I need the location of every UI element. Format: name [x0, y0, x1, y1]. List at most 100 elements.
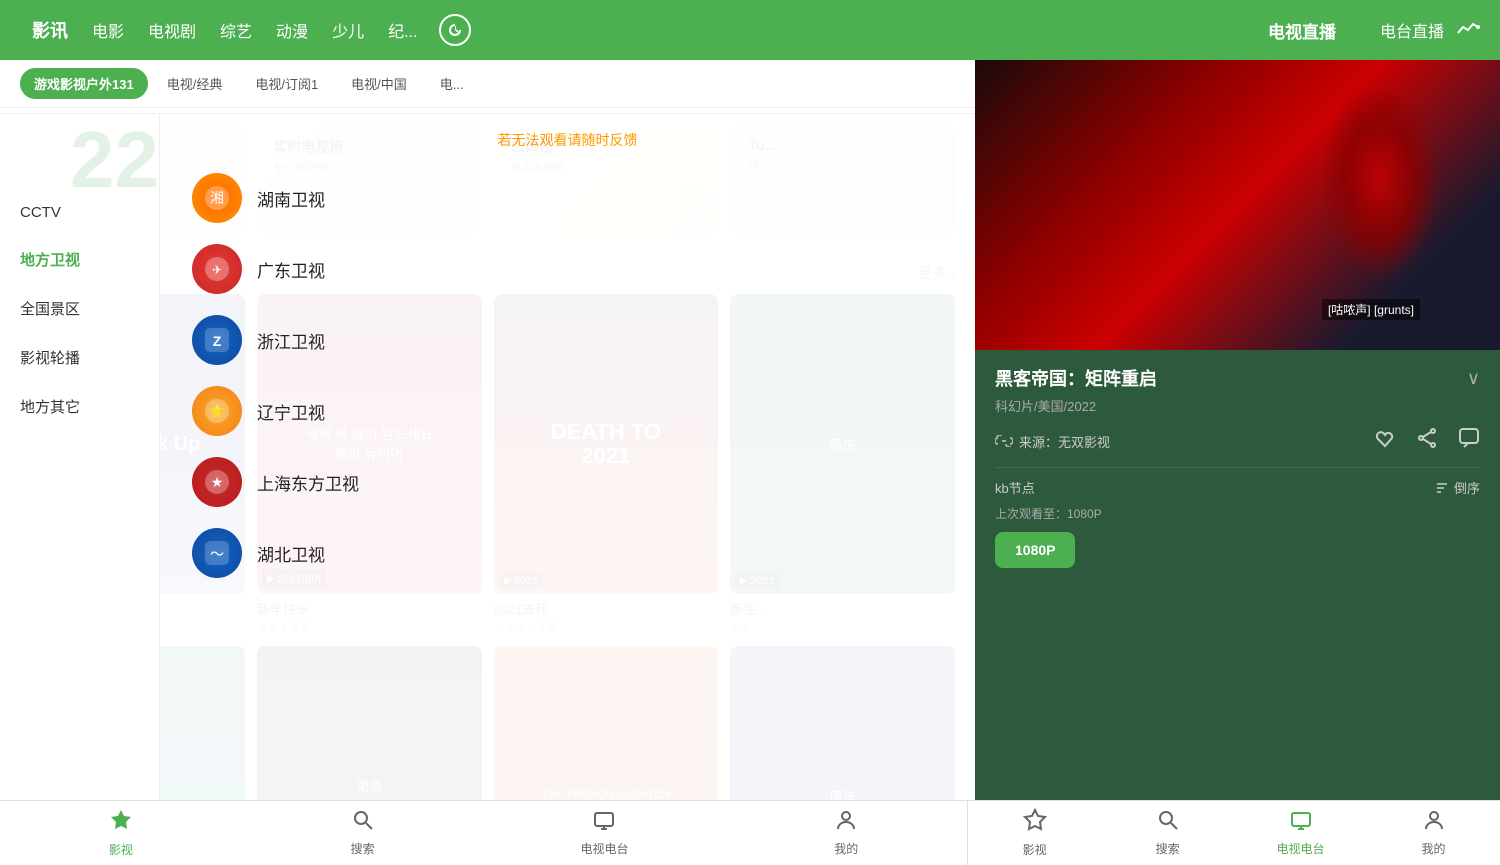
channel-name-2: 浙江卫视 [257, 328, 325, 353]
link-icon [995, 435, 1013, 447]
channel-name-1: 广东卫视 [257, 257, 325, 282]
channel-logo-hubei: 〜 [192, 528, 242, 578]
mine-label-r: 我的 [1422, 840, 1446, 857]
bottom-nav-search[interactable]: 搜索 [242, 801, 484, 865]
bottom-nav-search-r[interactable]: 搜索 [1101, 801, 1234, 865]
channel-tab-0[interactable]: 游戏影视户外131 [20, 68, 148, 99]
nav-dianshiju[interactable]: 电视剧 [136, 18, 208, 42]
search-label-r: 搜索 [1156, 840, 1180, 857]
yingshi-icon-r [1023, 808, 1047, 838]
mine-label: 我的 [834, 840, 858, 857]
dropdown-item-yingshi[interactable]: 影视轮播 [0, 333, 159, 382]
tv-icon-r [1290, 809, 1312, 837]
channel-list: 湘 湖南卫视 ✈ 广东卫视 Z [180, 165, 955, 586]
yingshi-icon [109, 808, 133, 838]
channel-item-4[interactable]: ★ 上海东方卫视 [180, 449, 955, 515]
video-bg: [咕哝声] [grunts] [975, 60, 1500, 350]
channel-logo-shanghai: ★ [192, 457, 242, 507]
quality-btn[interactable]: 1080P [995, 532, 1075, 568]
channel-item-2[interactable]: Z 浙江卫视 [180, 307, 955, 373]
mine-icon-r [1423, 809, 1445, 837]
channel-logo-guangdong: ✈ [192, 244, 242, 294]
dropdown-item-other[interactable]: 地方其它 [0, 382, 159, 431]
live-section: 电视直播 电台直播 [1256, 18, 1456, 43]
nav-ji[interactable]: 纪... [376, 18, 429, 42]
yingshi-label: 影视 [109, 841, 133, 858]
search-icon-r [1157, 809, 1179, 837]
dropdown-channel-list: 若无法观看请随时反馈 湘 湖南卫视 ✈ 广东卫视 [160, 110, 975, 800]
main-body: 榜单 分类 › 实时电影榜 每小时更新 1 实时电视榜 每小时更新 2 口碑榜 … [0, 60, 1500, 800]
svg-text:✈: ✈ [212, 263, 222, 277]
channel-item-1[interactable]: ✈ 广东卫视 [180, 236, 955, 302]
trend-icon[interactable] [1456, 17, 1480, 43]
channel-tab-3[interactable]: 电视/中国 [337, 68, 421, 99]
svg-text:〜: 〜 [210, 546, 224, 562]
channel-tab-2[interactable]: 电视/订阅1 [241, 68, 332, 99]
bottom-nav-left: 影视 搜索 电视电台 我的 [0, 801, 967, 865]
channel-name-3: 辽宁卫视 [257, 399, 325, 424]
video-title: 黑客帝国：矩阵重启 [995, 365, 1157, 391]
mine-icon [835, 809, 857, 837]
video-source-label: 来源：无双影视 [1019, 432, 1110, 451]
svg-text:⭐: ⭐ [208, 403, 225, 419]
video-player[interactable]: [咕哝声] [grunts] [975, 60, 1500, 350]
video-meta: 科幻片/美国/2022 [995, 396, 1480, 415]
svg-text:★: ★ [211, 474, 224, 490]
bottom-nav-mine[interactable]: 我的 [725, 801, 967, 865]
dropdown-item-quanguo[interactable]: 全国景区 [0, 284, 159, 333]
bottom-nav-yingshi[interactable]: 影视 [0, 801, 242, 865]
nav-shaoe[interactable]: 少儿 [320, 18, 376, 42]
dropdown-item-difang[interactable]: 地方卫视 [0, 235, 159, 284]
nav-live-tv[interactable]: 电视直播 [1256, 18, 1348, 43]
last-watched-label: 上次观看至：1080P [995, 505, 1480, 522]
dropdown-left-menu: CCTV 地方卫视 全国景区 影视轮播 地方其它 [0, 110, 160, 800]
tv-label: 电视电台 [580, 840, 628, 857]
svg-text:Z: Z [213, 333, 222, 349]
channel-item-0[interactable]: 湘 湖南卫视 [180, 165, 955, 231]
bottom-nav-right: 影视 搜索 电视电台 我的 [968, 801, 1500, 865]
channel-item-5[interactable]: 〜 湖北卫视 [180, 520, 955, 586]
favorite-btn[interactable] [1374, 427, 1396, 455]
nav-yingxun[interactable]: 影讯 [20, 17, 80, 43]
right-panel: [咕哝声] [grunts] 黑客帝国：矩阵重启 ∨ 科幻片/美国/2022 来… [975, 60, 1500, 800]
channel-name-5: 湖北卫视 [257, 541, 325, 566]
video-source: 来源：无双影视 [995, 432, 1354, 451]
channel-item-3[interactable]: ⭐ 辽宁卫视 [180, 378, 955, 444]
nav-dongman[interactable]: 动漫 [264, 18, 320, 42]
video-info-panel: 黑客帝国：矩阵重启 ∨ 科幻片/美国/2022 来源：无双影视 [975, 350, 1500, 800]
svg-text:湘: 湘 [210, 190, 224, 206]
reverse-icon [1434, 480, 1450, 496]
nav-zongyi[interactable]: 综艺 [208, 18, 264, 42]
kb-node-label: kb节点 [995, 478, 1035, 497]
video-expand-btn[interactable]: ∨ [1467, 368, 1480, 389]
search-icon [352, 809, 374, 837]
tv-icon [593, 809, 615, 837]
channel-name-4: 上海东方卫视 [257, 470, 359, 495]
history-icon[interactable] [439, 14, 471, 46]
bottom-nav-tv[interactable]: 电视电台 [484, 801, 726, 865]
bottom-nav: 影视 搜索 电视电台 我的 影视 [0, 800, 1500, 865]
left-panel: 榜单 分类 › 实时电影榜 每小时更新 1 实时电视榜 每小时更新 2 口碑榜 … [0, 60, 975, 800]
video-quality-row: kb节点 倒序 [995, 467, 1480, 497]
nav-live-radio[interactable]: 电台直播 [1368, 18, 1456, 42]
nav-dianying[interactable]: 电影 [80, 18, 136, 42]
share-btn[interactable] [1416, 427, 1438, 455]
bottom-nav-mine-r[interactable]: 我的 [1367, 801, 1500, 865]
dropdown-overlay: 游戏影视户外131 电视/经典 电视/订阅1 电视/中国 电... CCTV 地… [0, 60, 975, 800]
channel-tab-1[interactable]: 电视/经典 [153, 68, 237, 99]
tv-label-r: 电视电台 [1277, 840, 1325, 857]
comment-btn[interactable] [1458, 427, 1480, 455]
bottom-nav-tv-r[interactable]: 电视电台 [1234, 801, 1367, 865]
bottom-nav-yingshi-r[interactable]: 影视 [968, 801, 1101, 865]
search-label: 搜索 [351, 840, 375, 857]
channel-tab-4[interactable]: 电... [426, 68, 478, 99]
reverse-order-btn[interactable]: 倒序 [1434, 478, 1480, 497]
dropdown-warning: 若无法观看请随时反馈 [180, 130, 955, 150]
yingshi-label-r: 影视 [1023, 841, 1047, 858]
channel-name-0: 湖南卫视 [257, 186, 325, 211]
video-actions: 来源：无双影视 [995, 427, 1480, 455]
video-title-row: 黑客帝国：矩阵重启 ∨ [995, 365, 1480, 391]
channel-logo-hunan: 湘 [192, 173, 242, 223]
top-navigation: 影讯 电影 电视剧 综艺 动漫 少儿 纪... 电视直播 电台直播 [0, 0, 1500, 60]
video-subtitle: [咕哝声] [grunts] [1322, 299, 1420, 320]
